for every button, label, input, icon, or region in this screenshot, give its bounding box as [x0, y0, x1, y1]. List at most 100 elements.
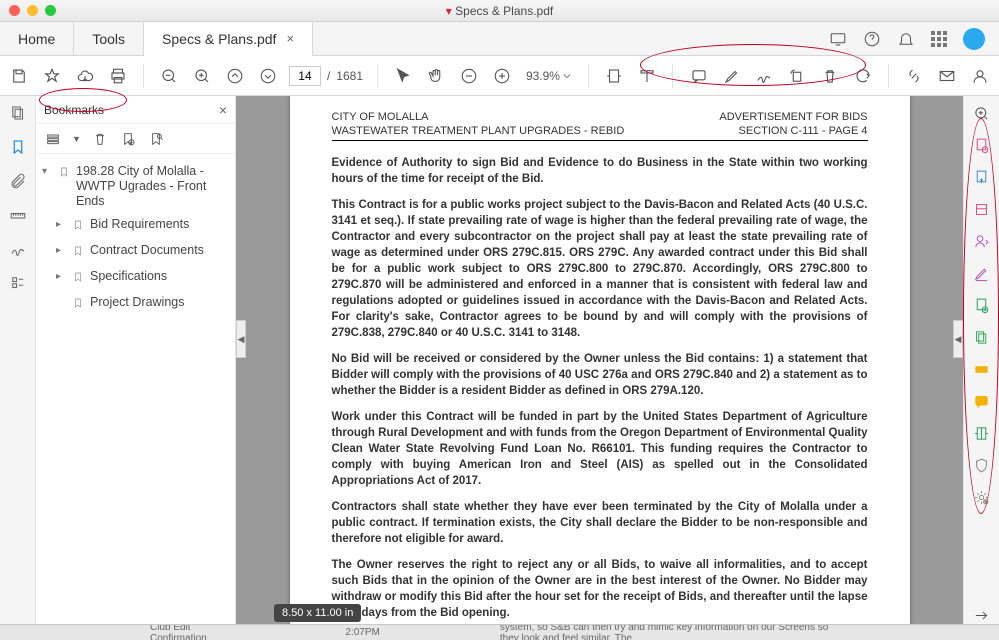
page-down-icon[interactable] — [256, 64, 279, 88]
zoom-out-icon[interactable] — [158, 64, 181, 88]
collapse-right-icon[interactable] — [973, 606, 991, 624]
collapse-panel-icon[interactable]: ◀ — [236, 320, 246, 358]
bookmark-tree: ▾ 198.28 City of Molalla - WWTP Ugrades … — [36, 154, 235, 323]
tab-home[interactable]: Home — [0, 22, 74, 55]
bookmark-item-icon — [72, 218, 86, 235]
taskbar-item-3: system, so S&B can then try and mimic ke… — [500, 624, 849, 640]
para-2: This Contract is for a public works proj… — [332, 199, 868, 339]
bookmark-item[interactable]: ▸Bid Requirements — [54, 213, 231, 239]
taskbar-item-2: 2:07PM — [345, 627, 379, 638]
fill-sign-icon[interactable] — [973, 264, 991, 282]
select-tool-icon[interactable] — [392, 64, 415, 88]
left-rail — [0, 96, 36, 624]
expand-tools-icon[interactable]: ◀ — [953, 320, 963, 358]
panel-options-icon[interactable] — [44, 130, 62, 148]
save-icon[interactable] — [8, 64, 31, 88]
bookmark-root[interactable]: ▾ 198.28 City of Molalla - WWTP Ugrades … — [40, 160, 231, 213]
window-titlebar: ▾ Specs & Plans.pdf — [0, 0, 999, 22]
page-up-icon[interactable] — [223, 64, 246, 88]
header-right-1: ADVERTISEMENT FOR BIDS — [719, 110, 867, 124]
help-icon[interactable] — [863, 30, 881, 48]
share-screen-icon[interactable] — [829, 30, 847, 48]
page-number-box: / 1681 — [289, 66, 363, 86]
cloud-icon[interactable] — [74, 64, 97, 88]
panel-close-icon[interactable]: × — [219, 102, 227, 118]
bookmarks-icon[interactable] — [9, 138, 27, 156]
zoom-level[interactable]: 93.9% — [523, 68, 574, 84]
email-icon[interactable] — [936, 64, 959, 88]
account-avatar[interactable] — [963, 28, 985, 50]
read-mode-icon[interactable] — [636, 64, 659, 88]
bookmark-item[interactable]: ▸Specifications — [54, 265, 231, 291]
undo-icon[interactable] — [851, 64, 874, 88]
document-viewport[interactable]: CITY OF MOLALLAWASTEWATER TREATMENT PLAN… — [236, 96, 963, 624]
delete-icon[interactable] — [818, 64, 841, 88]
main-area: Bookmarks × ▼ ▾ 198.28 City of Molalla -… — [0, 96, 999, 624]
zoom-out-button[interactable] — [457, 64, 480, 88]
hand-tool-icon[interactable] — [425, 64, 448, 88]
export-pdf-icon[interactable] — [973, 136, 991, 154]
window-title: ▾ Specs & Plans.pdf — [0, 4, 999, 18]
profile-icon[interactable] — [968, 64, 991, 88]
star-icon[interactable] — [41, 64, 64, 88]
taskbar-item-1: Club Edit Confirmation — [150, 624, 225, 640]
signature-icon[interactable] — [753, 64, 776, 88]
para-1: Evidence of Authority to sign Bid and Ev… — [332, 157, 868, 185]
panel-title: Bookmarks — [44, 103, 104, 117]
highlight-icon[interactable] — [720, 64, 743, 88]
find-bookmark-icon[interactable] — [147, 130, 165, 148]
request-sign-icon[interactable] — [973, 232, 991, 250]
sign-rail-icon[interactable] — [9, 240, 27, 258]
send-comments-icon[interactable] — [973, 328, 991, 346]
apps-grid-icon[interactable] — [931, 31, 947, 47]
protect-icon[interactable] — [973, 456, 991, 474]
tab-tools-label: Tools — [92, 31, 125, 47]
tab-tools[interactable]: Tools — [74, 22, 144, 55]
page-number-input[interactable] — [289, 66, 321, 86]
notifications-icon[interactable] — [897, 30, 915, 48]
para-4: Work under this Contract will be funded … — [332, 411, 868, 487]
close-tab-icon[interactable]: × — [286, 31, 294, 46]
more-tools-icon[interactable] — [973, 488, 991, 506]
link-icon[interactable] — [903, 64, 926, 88]
bookmark-item[interactable]: ▸Contract Documents — [54, 239, 231, 265]
para-3: No Bid will be received or considered by… — [332, 353, 868, 397]
tab-file[interactable]: Specs & Plans.pdf × — [144, 22, 313, 56]
para-5: Contractors shall state whether they hav… — [332, 501, 868, 545]
create-pdf-icon[interactable] — [973, 168, 991, 186]
compare-icon[interactable] — [973, 424, 991, 442]
bookmark-item[interactable]: ▸Project Drawings — [54, 291, 231, 317]
zoom-in-icon[interactable] — [191, 64, 214, 88]
panel-delete-icon[interactable] — [91, 130, 109, 148]
header-left-2: WASTEWATER TREATMENT PLANT UPGRADES - RE… — [332, 124, 625, 138]
bookmark-item-icon — [58, 165, 72, 182]
print-icon[interactable] — [106, 64, 129, 88]
fit-width-icon[interactable] — [603, 64, 626, 88]
tab-home-label: Home — [18, 31, 55, 47]
comment-icon[interactable] — [687, 64, 710, 88]
layers-icon[interactable] — [9, 274, 27, 292]
right-rail — [963, 96, 999, 624]
organize-icon[interactable] — [973, 296, 991, 314]
bookmark-label: Specifications — [90, 269, 167, 284]
bookmark-label: Project Drawings — [90, 295, 184, 310]
new-bookmark-icon[interactable] — [119, 130, 137, 148]
pdf-page: CITY OF MOLALLAWASTEWATER TREATMENT PLAN… — [290, 96, 910, 624]
search-tool-icon[interactable] — [973, 104, 991, 122]
tab-file-label: Specs & Plans.pdf — [162, 31, 276, 47]
attachments-icon[interactable] — [9, 172, 27, 190]
ruler-icon[interactable] — [9, 206, 27, 224]
header-left-1: CITY OF MOLALLA — [332, 110, 625, 124]
bookmark-label: Bid Requirements — [90, 217, 189, 232]
comment-tool-icon[interactable] — [973, 360, 991, 378]
bookmark-item-icon — [72, 270, 86, 287]
edit-pdf-icon[interactable] — [973, 200, 991, 218]
sticky-note-icon[interactable] — [973, 392, 991, 410]
os-taskbar: Club Edit Confirmation 2:07PM system, so… — [0, 624, 999, 640]
thumbnails-icon[interactable] — [9, 104, 27, 122]
bookmark-label: Contract Documents — [90, 243, 204, 258]
bookmark-item-icon — [72, 296, 86, 313]
zoom-in-button[interactable] — [490, 64, 513, 88]
bookmark-item-icon — [72, 244, 86, 261]
rotate-icon[interactable] — [786, 64, 809, 88]
